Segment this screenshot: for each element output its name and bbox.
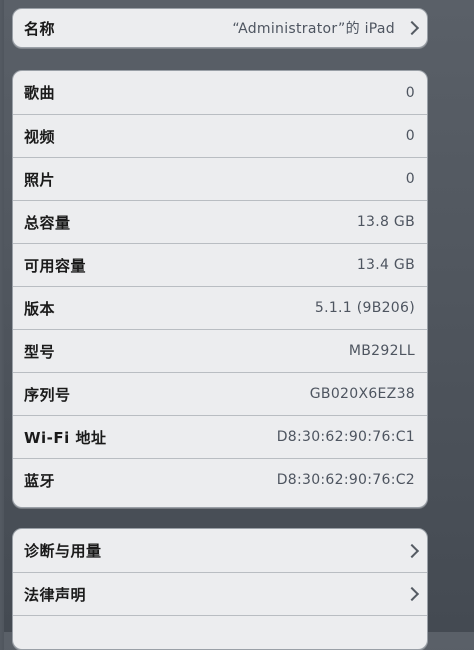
photos-row: 照片 0 xyxy=(13,157,427,200)
partial-row[interactable] xyxy=(13,615,427,649)
photos-value: 0 xyxy=(405,171,415,187)
photos-label: 照片 xyxy=(24,170,56,189)
videos-value: 0 xyxy=(405,128,415,144)
available-label: 可用容量 xyxy=(24,256,87,275)
version-row: 版本 5.1.1 (9B206) xyxy=(13,286,427,329)
name-group: 名称 “Administrator”的 iPad xyxy=(12,8,428,48)
serial-label: 序列号 xyxy=(24,385,71,404)
chevron-right-icon xyxy=(404,586,420,602)
songs-label: 歌曲 xyxy=(24,84,56,102)
version-label: 版本 xyxy=(24,299,56,318)
about-info-group: 歌曲 0 视频 0 照片 0 总容量 13.8 GB 可用容量 13.4 GB … xyxy=(12,70,428,508)
chevron-right-icon xyxy=(404,543,420,558)
songs-row: 歌曲 0 xyxy=(13,71,427,114)
legal-label: 法律声明 xyxy=(24,585,87,604)
device-name-value: “Administrator”的 iPad xyxy=(232,21,395,37)
songs-value: 0 xyxy=(405,84,415,101)
version-value: 5.1.1 (9B206) xyxy=(314,300,415,316)
bluetooth-value: D8:30:62:90:76:C2 xyxy=(276,472,415,488)
videos-row: 视频 0 xyxy=(13,114,427,157)
legal-row[interactable]: 法律声明 xyxy=(13,572,427,615)
bluetooth-row: 蓝牙 D8:30:62:90:76:C2 xyxy=(13,458,427,501)
name-row[interactable]: 名称 “Administrator”的 iPad xyxy=(13,9,427,47)
videos-label: 视频 xyxy=(24,127,56,146)
diagnostics-label: 诊断与用量 xyxy=(24,542,102,560)
wifi-address-row: Wi-Fi 地址 D8:30:62:90:76:C1 xyxy=(13,415,427,458)
capacity-value: 13.8 GB xyxy=(356,214,415,230)
chevron-right-icon xyxy=(404,20,420,36)
capacity-label: 总容量 xyxy=(24,213,71,232)
available-row: 可用容量 13.4 GB xyxy=(13,243,427,286)
serial-row: 序列号 GB020X6EZ38 xyxy=(13,372,427,415)
model-label: 型号 xyxy=(24,342,56,361)
wifi-address-label: Wi-Fi 地址 xyxy=(24,428,107,447)
capacity-row: 总容量 13.8 GB xyxy=(13,200,427,243)
bluetooth-label: 蓝牙 xyxy=(24,471,56,490)
available-value: 13.4 GB xyxy=(356,257,415,273)
wifi-address-value: D8:30:62:90:76:C1 xyxy=(276,429,415,445)
diagnostics-row[interactable]: 诊断与用量 xyxy=(13,529,427,572)
model-value: MB292LL xyxy=(348,343,415,359)
serial-value: GB020X6EZ38 xyxy=(309,386,415,402)
model-row: 型号 MB292LL xyxy=(13,329,427,372)
name-label: 名称 xyxy=(24,19,56,38)
